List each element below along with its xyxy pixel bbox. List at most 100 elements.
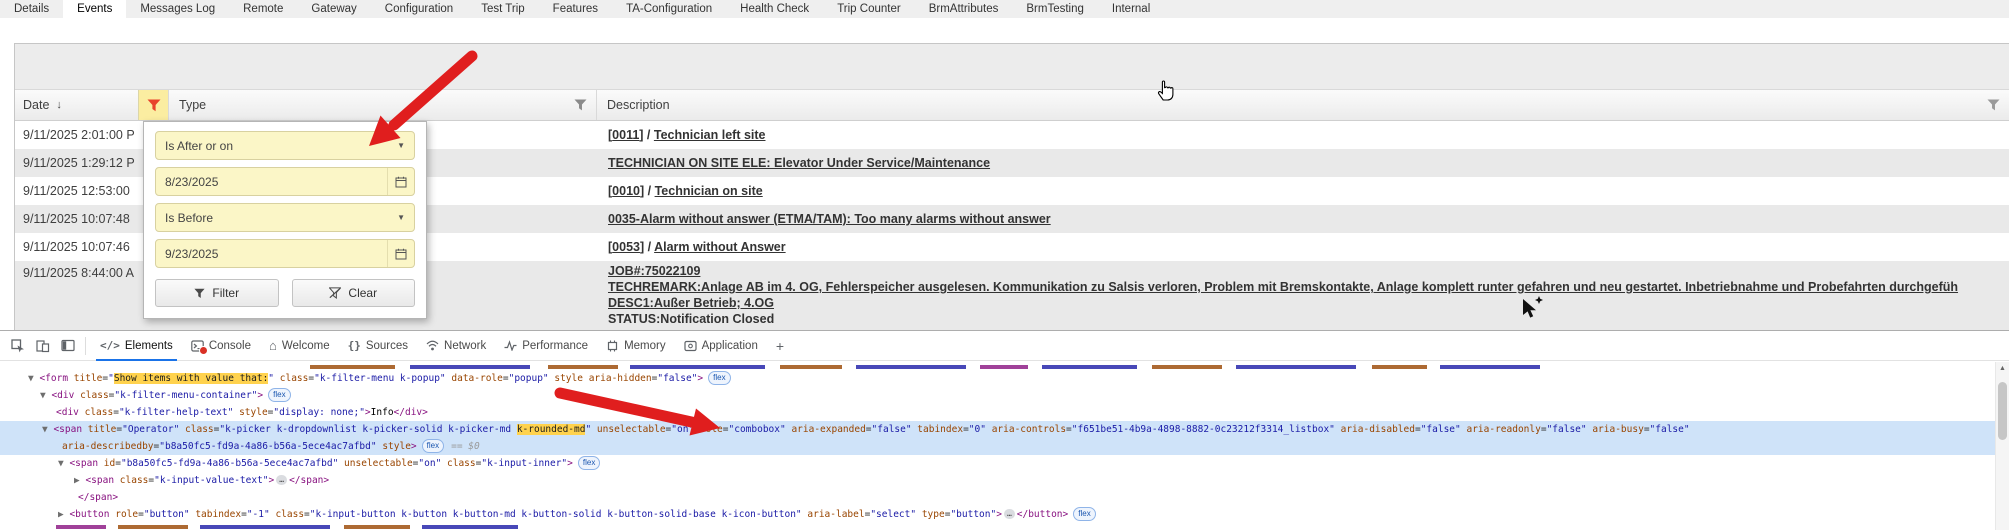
tab-gateway[interactable]: Gateway (297, 0, 370, 18)
event-code-link[interactable]: 0010 (612, 184, 640, 198)
performance-icon (504, 340, 517, 351)
code-token: > (697, 373, 703, 384)
column-header-date[interactable]: Date ↓ (15, 90, 138, 120)
devtools-tab-welcome[interactable]: ⌂ Welcome (260, 331, 339, 361)
grid-toolbar-area (15, 44, 2009, 90)
event-link[interactable]: Alarm without Answer (654, 240, 786, 254)
calendar-button[interactable] (387, 240, 414, 267)
pointer-cursor-icon (1521, 295, 1547, 321)
code-token: unselectable (338, 458, 412, 469)
tab-brmattributes[interactable]: BrmAttributes (915, 0, 1013, 18)
filter-date1-input[interactable]: 8/23/2025 (155, 167, 415, 196)
scroll-up-icon[interactable]: ▲ (1999, 365, 2006, 372)
funnel-icon[interactable] (1987, 99, 2000, 111)
expander-icon[interactable]: ▼ (58, 458, 69, 469)
scrollbar-thumb[interactable] (1998, 382, 2007, 440)
expander-icon[interactable]: ▼ (42, 424, 53, 435)
column-header-description[interactable]: Description (597, 90, 2009, 120)
filter-operator2-dropdown[interactable]: Is Before ▼ (155, 203, 415, 232)
code-token: aria-hidden (583, 373, 652, 384)
code-token: "false" (1547, 424, 1587, 435)
job-number-link[interactable]: JOB#:75022109 (608, 263, 2009, 279)
code-token: data-role (446, 373, 503, 384)
flex-badge: flex (578, 456, 600, 470)
code-token: > (567, 458, 573, 469)
event-code-link[interactable]: 0053 (612, 240, 640, 254)
dock-panel-button[interactable] (55, 333, 80, 359)
devtools-tab-elements[interactable]: </> Elements (91, 331, 182, 361)
code-token: tabindex (190, 509, 241, 520)
code-token: "k-picker k-dropdownlist k-picker-solid … (219, 424, 516, 435)
tab-details[interactable]: Details (0, 0, 63, 18)
code-token: "false" (1421, 424, 1461, 435)
selected-code-line[interactable]: ▼ <span title="Operator" class="k-picker… (0, 421, 2009, 438)
desc1-link[interactable]: DESC1:Außer Betrieb; 4.OG (608, 295, 2009, 311)
tab-remote[interactable]: Remote (229, 0, 297, 18)
code-line[interactable]: ▶ <button role="button" tabindex="-1" cl… (0, 506, 2009, 523)
devtools-tab-memory[interactable]: Memory (597, 331, 675, 361)
devtools-tab-network[interactable]: Network (417, 331, 495, 361)
clipped-code-line (0, 362, 2009, 370)
code-token: "b8a50fc5-fd9a-4a86-b56a-5ece4ac7afbd" (159, 441, 376, 452)
tab-ta-configuration[interactable]: TA-Configuration (612, 0, 726, 18)
code-line[interactable]: ▼ <span id="b8a50fc5-fd9a-4a86-b56a-5ece… (0, 455, 2009, 472)
expander-icon[interactable]: ▶ (58, 509, 69, 520)
tab-configuration[interactable]: Configuration (371, 0, 467, 18)
event-link[interactable]: 0035-Alarm without answer (ETMA/TAM): To… (608, 212, 1051, 226)
techremark-link[interactable]: TECHREMARK:Anlage AB im 4. OG, Fehlerspe… (608, 279, 2009, 295)
code-token: "popup" (509, 373, 549, 384)
tab-brmtesting[interactable]: BrmTesting (1012, 0, 1098, 18)
code-token: > (996, 509, 1002, 520)
tab-test-trip[interactable]: Test Trip (467, 0, 538, 18)
funnel-icon[interactable] (574, 99, 587, 111)
devtools-tab-console[interactable]: Console (182, 331, 260, 361)
device-toolbar-button[interactable] (30, 333, 55, 359)
devtools-scrollbar[interactable]: ▲ (1995, 362, 2009, 530)
devtools-tab-sources[interactable]: {} Sources (339, 331, 417, 361)
code-token: <span (85, 475, 114, 486)
tab-internal[interactable]: Internal (1098, 0, 1164, 18)
filter-button-label: Filter (212, 286, 239, 300)
expander-icon[interactable]: ▼ (28, 373, 39, 384)
expander-icon[interactable]: ▶ (74, 475, 85, 486)
inspect-element-button[interactable] (5, 333, 30, 359)
code-token: … (1004, 509, 1015, 519)
selected-code-line[interactable]: aria-describedby="b8a50fc5-fd9a-4a86-b56… (0, 438, 2009, 455)
code-line[interactable]: </span> (0, 489, 2009, 506)
devtools-tab-label: Console (209, 340, 251, 352)
tab-health-check[interactable]: Health Check (726, 0, 823, 18)
date-filter-button[interactable] (138, 90, 169, 120)
code-token: "k-filter-help-text" (119, 407, 233, 418)
event-code-link[interactable]: 0011 (612, 128, 639, 142)
code-token: Info (371, 407, 394, 418)
event-link[interactable]: TECHNICIAN ON SITE ELE: Elevator Under S… (608, 156, 990, 170)
tab-messages-log[interactable]: Messages Log (126, 0, 229, 18)
code-line[interactable]: <div class="k-filter-help-text" style="d… (0, 404, 2009, 421)
filter-button[interactable]: Filter (155, 279, 279, 307)
event-link[interactable]: Technician on site (655, 184, 763, 198)
event-link[interactable]: Technician left site (654, 128, 766, 142)
code-line[interactable]: ▼ <div class="k-filter-menu-container">f… (0, 387, 2009, 404)
toolbar-divider (85, 337, 86, 355)
code-token: " (108, 373, 114, 384)
devtools-tab-performance[interactable]: Performance (495, 331, 597, 361)
code-token: "combobox" (729, 424, 786, 435)
elements-icon: </> (100, 339, 120, 352)
code-token: aria-busy (1587, 424, 1644, 435)
devtools-tab-more[interactable]: + (767, 331, 793, 361)
code-token: class (179, 424, 213, 435)
code-line[interactable]: ▶ <span class="k-input-value-text">…</sp… (0, 472, 2009, 489)
expander-icon[interactable]: ▼ (40, 390, 51, 401)
tab-events[interactable]: Events (63, 0, 126, 18)
code-line[interactable]: ▼ <form title="Show items with value tha… (0, 370, 2009, 387)
clear-button[interactable]: Clear (292, 279, 416, 307)
tab-trip-counter[interactable]: Trip Counter (823, 0, 915, 18)
code-token: <div (56, 407, 79, 418)
calendar-button[interactable] (387, 168, 414, 195)
tab-features[interactable]: Features (539, 0, 612, 18)
inspect-icon (11, 339, 25, 353)
desc-text: ] / (640, 184, 655, 198)
filter-date2-input[interactable]: 9/23/2025 (155, 239, 415, 268)
code-token: aria-disabled (1335, 424, 1415, 435)
devtools-tab-application[interactable]: Application (675, 331, 767, 361)
